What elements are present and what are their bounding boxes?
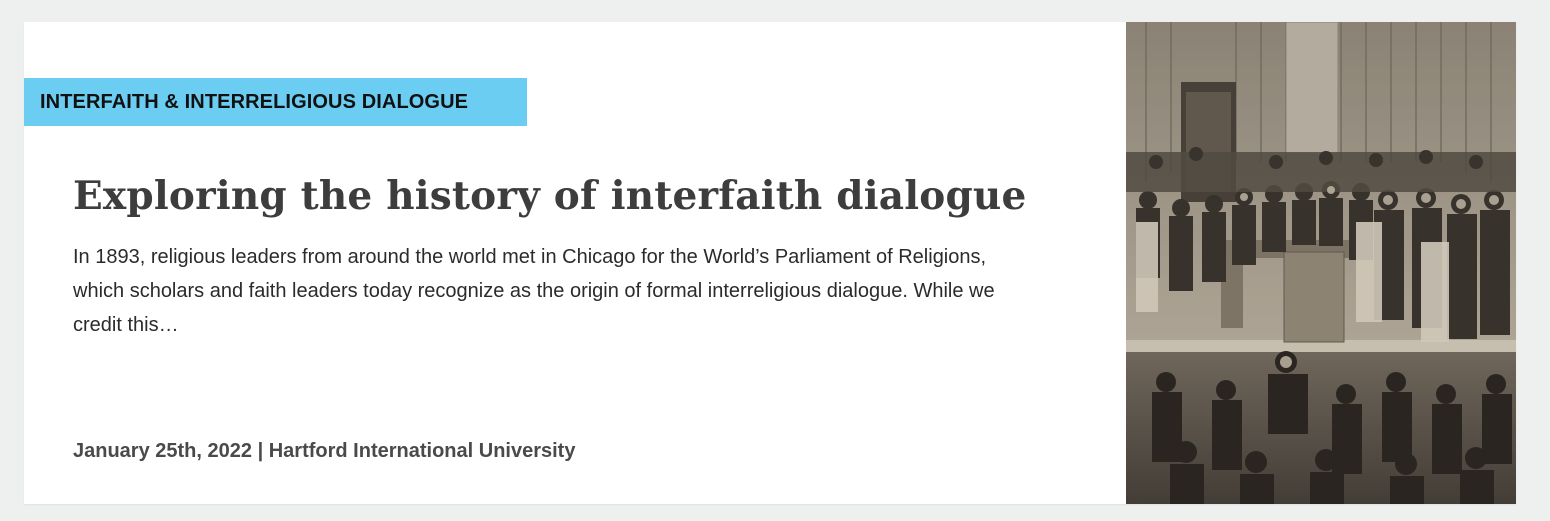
article-meta: January 25th, 2022 | Hartford Internatio… bbox=[73, 440, 575, 463]
article-title[interactable]: Exploring the history of interfaith dial… bbox=[73, 171, 1073, 221]
article-card[interactable]: INTERFAITH & INTERRELIGIOUS DIALOGUE Exp… bbox=[24, 22, 1516, 504]
article-date: January 25th, 2022 bbox=[73, 440, 252, 462]
article-excerpt: In 1893, religious leaders from around t… bbox=[73, 246, 995, 336]
article-thumbnail[interactable] bbox=[1126, 22, 1516, 504]
category-tag[interactable]: INTERFAITH & INTERRELIGIOUS DIALOGUE bbox=[24, 78, 527, 126]
meta-separator: | bbox=[257, 440, 264, 462]
article-publisher: Hartford International University bbox=[268, 440, 576, 462]
historical-photo-image bbox=[1126, 22, 1516, 504]
category-label: INTERFAITH & INTERRELIGIOUS DIALOGUE bbox=[40, 90, 469, 113]
